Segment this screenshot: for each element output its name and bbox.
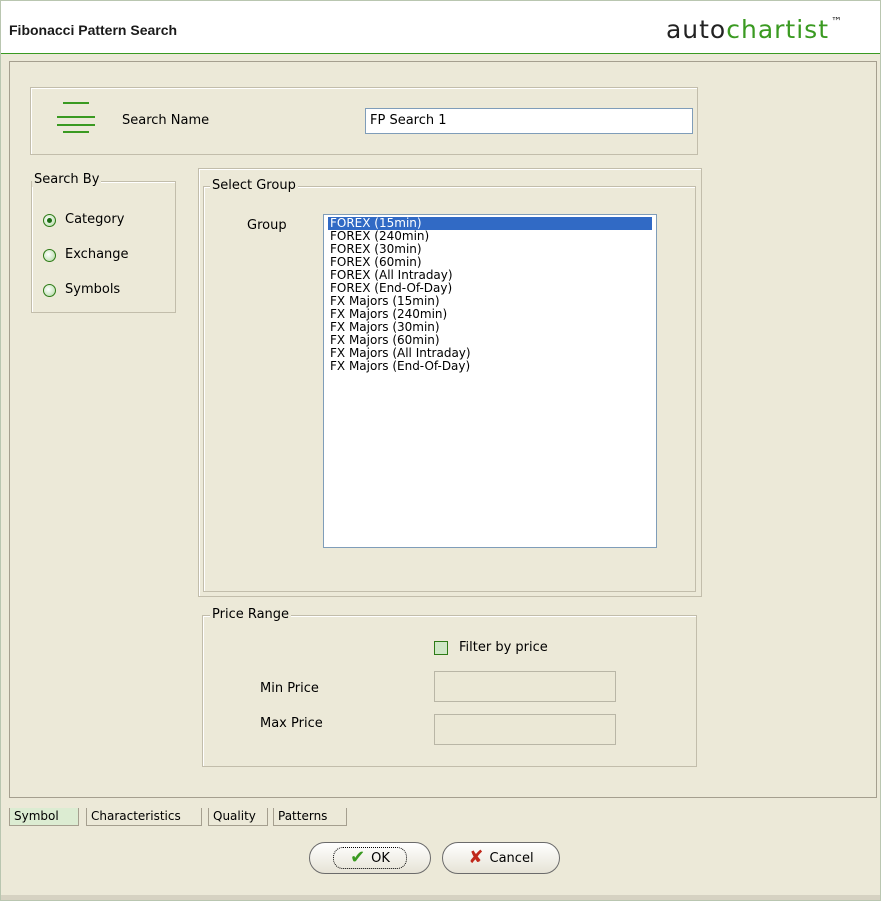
group-listbox[interactable]: FOREX (15min) FOREX (240min) FOREX (30mi… (323, 214, 657, 548)
x-icon: ✘ (468, 847, 484, 868)
max-price-label: Max Price (260, 716, 323, 731)
max-price-field[interactable] (434, 714, 616, 745)
radio-symbols[interactable]: Symbols (43, 282, 163, 300)
dialog-body: Search Name FP Search 1 Search By Catego… (1, 54, 880, 900)
select-group-caption: Select Group (210, 178, 298, 193)
cancel-button-inner: ✘ Cancel (451, 847, 550, 869)
radio-category-button[interactable] (43, 214, 56, 227)
filter-by-price-label: Filter by price (459, 640, 548, 655)
tab-patterns[interactable]: Patterns (273, 808, 347, 826)
radio-exchange-button[interactable] (43, 249, 56, 262)
checkmark-icon: ✔ (350, 847, 366, 868)
dialog-window: Fibonacci Pattern Search autochartist ™ S… (0, 0, 881, 901)
radio-exchange[interactable]: Exchange (43, 247, 163, 265)
search-name-input[interactable]: FP Search 1 (365, 108, 693, 134)
min-price-label: Min Price (260, 681, 319, 696)
radio-category-label: Category (65, 212, 125, 227)
min-price-field[interactable] (434, 671, 616, 702)
filter-by-price-checkbox[interactable]: Filter by price (434, 640, 594, 658)
list-item[interactable]: FX Majors (End-Of-Day) (328, 360, 652, 373)
ok-button-focus-ring: ✔ OK (333, 847, 407, 869)
tab-page-symbol: Search Name FP Search 1 Search By Catego… (9, 61, 877, 798)
search-name-label: Search Name (122, 113, 210, 128)
ok-button-label: OK (371, 850, 390, 866)
lines-icon (57, 100, 95, 140)
filter-checkbox-box[interactable] (434, 641, 448, 655)
radio-category[interactable]: Category (43, 212, 163, 230)
tab-symbol[interactable]: Symbol (9, 808, 79, 826)
autochartist-logo: autochartist ™ (665, 15, 842, 44)
window-title: Fibonacci Pattern Search (9, 22, 178, 38)
window-bottom-edge (1, 895, 880, 900)
ok-button[interactable]: ✔ OK (309, 842, 431, 874)
radio-exchange-label: Exchange (65, 247, 129, 262)
radio-symbols-button[interactable] (43, 284, 56, 297)
group-label: Group (247, 218, 287, 233)
cancel-button-label: Cancel (489, 850, 534, 866)
tab-quality[interactable]: Quality (208, 808, 268, 826)
price-range-caption: Price Range (210, 607, 292, 622)
cancel-button[interactable]: ✘ Cancel (442, 842, 560, 874)
radio-symbols-label: Symbols (65, 282, 121, 297)
search-by-caption: Search By (32, 172, 102, 187)
title-bar: Fibonacci Pattern Search autochartist ™ (1, 1, 880, 53)
tab-characteristics[interactable]: Characteristics (86, 808, 202, 826)
